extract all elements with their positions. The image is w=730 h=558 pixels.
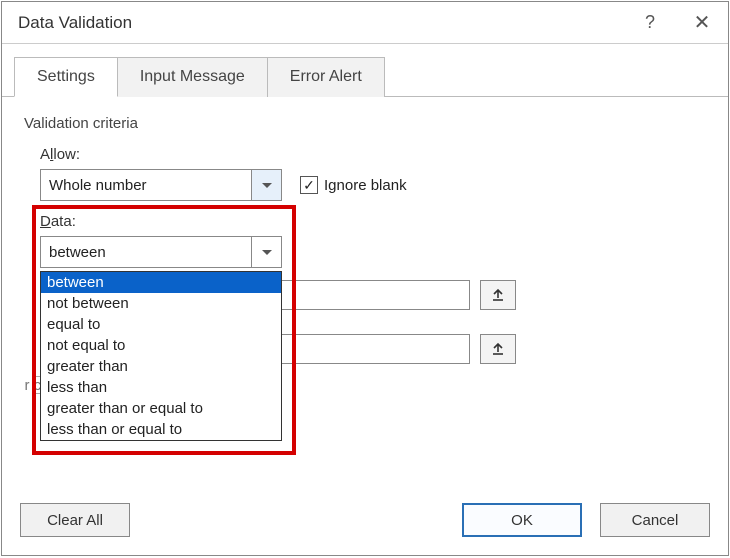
data-block: Data: between betweennot betweenequal to… [40, 213, 706, 268]
data-option[interactable]: greater than [41, 356, 281, 377]
chevron-down-icon [262, 250, 272, 255]
data-option[interactable]: greater than or equal to [41, 398, 281, 419]
checkbox-icon: ✓ [300, 176, 318, 194]
chevron-down-icon [262, 183, 272, 188]
data-option[interactable]: between [41, 272, 281, 293]
tab-input-message[interactable]: Input Message [117, 57, 268, 97]
clear-all-button[interactable]: Clear All [20, 503, 130, 537]
allow-combobox[interactable]: Whole number [40, 169, 282, 201]
allow-block: Allow: Whole number ✓ Ignore blank [40, 146, 706, 201]
collapse-dialog-icon [491, 288, 505, 302]
ignore-blank-checkbox[interactable]: ✓ Ignore blank [300, 176, 407, 194]
data-combobox[interactable]: between [40, 236, 282, 268]
tab-strip: Settings Input Message Error Alert [2, 44, 728, 97]
data-option[interactable]: equal to [41, 314, 281, 335]
maximum-ref-button[interactable] [480, 334, 516, 364]
dialog-footer: Clear All OK Cancel [2, 493, 728, 555]
tab-error-alert[interactable]: Error Alert [267, 57, 385, 97]
ok-button[interactable]: OK [462, 503, 582, 537]
ignore-blank-label: Ignore blank [324, 177, 407, 194]
validation-criteria-label: Validation criteria [24, 115, 706, 132]
allow-dropdown-arrow[interactable] [251, 170, 281, 200]
data-option[interactable]: not between [41, 293, 281, 314]
data-option[interactable]: not equal to [41, 335, 281, 356]
dialog-window: Data Validation ? ✕ Settings Input Messa… [1, 1, 729, 556]
data-option[interactable]: less than [41, 377, 281, 398]
data-dropdown-arrow[interactable] [251, 237, 281, 267]
data-option[interactable]: less than or equal to [41, 419, 281, 440]
data-dropdown-list[interactable]: betweennot betweenequal tonot equal togr… [40, 271, 282, 441]
settings-panel: Validation criteria Allow: Whole number … [2, 97, 728, 493]
minimum-ref-button[interactable] [480, 280, 516, 310]
close-button[interactable]: ✕ [676, 2, 728, 44]
window-title: Data Validation [18, 13, 624, 33]
collapse-dialog-icon [491, 342, 505, 356]
tab-settings[interactable]: Settings [14, 57, 118, 97]
allow-label: Allow: [40, 146, 706, 163]
cancel-button[interactable]: Cancel [600, 503, 710, 537]
allow-value: Whole number [41, 177, 251, 194]
data-label: Data: [40, 213, 706, 230]
allow-row: Whole number ✓ Ignore blank [40, 169, 706, 201]
title-bar: Data Validation ? ✕ [2, 2, 728, 44]
help-button[interactable]: ? [624, 2, 676, 44]
data-value: between [41, 244, 251, 261]
